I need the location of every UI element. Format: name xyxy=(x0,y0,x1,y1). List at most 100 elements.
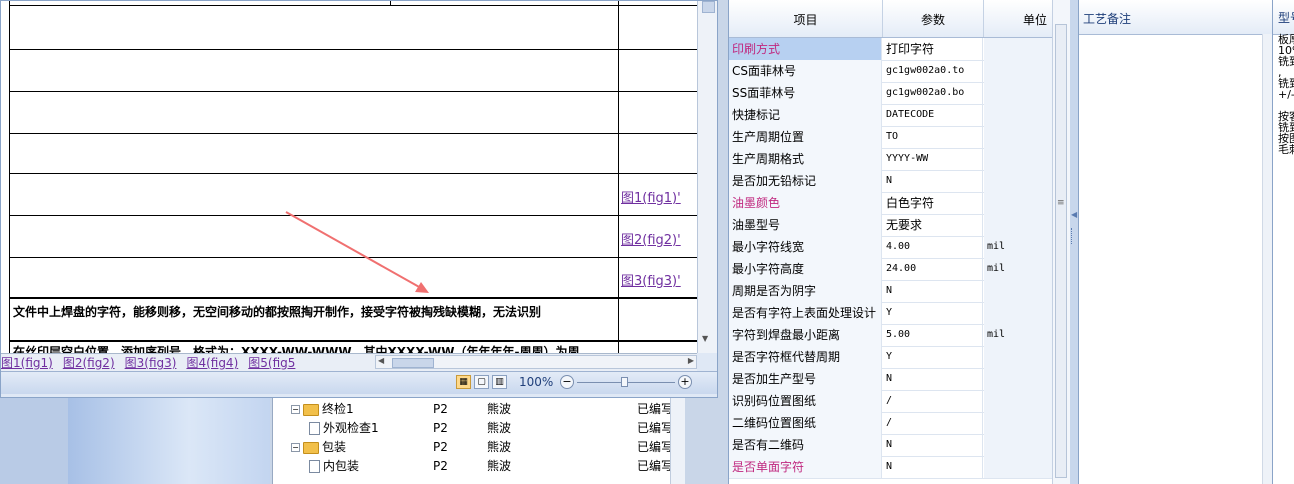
tree-row[interactable]: 内包装 P2 熊波 已编写 xyxy=(273,457,673,476)
grid-unit-value xyxy=(984,60,1053,82)
grid-item-label: CS面菲林号 xyxy=(729,60,882,82)
grid-item-label: SS面菲林号 xyxy=(729,82,882,104)
grid-row[interactable]: 字符到焊盘最小距离 5.00 mil xyxy=(729,324,1053,347)
grid-row[interactable]: 是否字符框代替周期 Y xyxy=(729,346,1053,369)
grid-row[interactable]: 是否有字符上表面处理设计 Y xyxy=(729,302,1053,325)
grid-param-value[interactable]: / xyxy=(883,390,983,412)
grid-row[interactable]: CS面菲林号 gc1gw002a0.to xyxy=(729,60,1053,83)
grid-param-value[interactable]: N xyxy=(883,434,983,456)
memo-header: 工艺备注 xyxy=(1079,0,1273,35)
model-column-header: 型号 xyxy=(1273,0,1294,35)
grid-param-value[interactable]: 无要求 xyxy=(883,214,983,236)
grid-row[interactable]: 油墨型号 无要求 xyxy=(729,214,1053,237)
grid-param-value[interactable]: 24.00 xyxy=(883,258,983,280)
scroll-down-arrow-icon[interactable]: ▼ xyxy=(702,334,708,343)
grid-row[interactable]: 周期是否为阴字 N xyxy=(729,280,1053,303)
grid-item-label: 是否加无铅标记 xyxy=(729,170,882,192)
fig-tab-3[interactable]: 图3(fig3) xyxy=(125,354,177,372)
tree-row[interactable]: − 包装 P2 熊波 已编写 xyxy=(273,438,673,457)
collapse-icon[interactable]: − xyxy=(291,405,300,414)
grid-row[interactable]: 是否加生产型号 N xyxy=(729,368,1053,391)
grid-unit-value xyxy=(984,280,1053,302)
grid-row[interactable]: SS面菲林号 gc1gw002a0.bo xyxy=(729,82,1053,105)
grid-param-value[interactable]: 5.00 xyxy=(883,324,983,346)
grid-item-label: 是否加生产型号 xyxy=(729,368,882,390)
grid-scroll-thumb[interactable] xyxy=(1055,24,1067,478)
zoom-slider-handle[interactable] xyxy=(621,377,628,387)
scroll-left-arrow-icon[interactable]: ◀ xyxy=(378,356,384,365)
collapse-icon[interactable]: − xyxy=(291,443,300,452)
header-unit[interactable]: 单位 xyxy=(984,0,1053,37)
grid-param-value[interactable]: / xyxy=(883,412,983,434)
grid-row[interactable]: 最小字符线宽 4.00 mil xyxy=(729,236,1053,259)
grid-row[interactable]: 是否单面字符 N xyxy=(729,456,1053,479)
grid-row[interactable]: 是否加无铅标记 N xyxy=(729,170,1053,193)
header-item[interactable]: 项目 xyxy=(729,0,883,37)
grid-row[interactable]: 是否有二维码 N xyxy=(729,434,1053,457)
background-gradient-panel xyxy=(68,398,270,484)
zoom-out-icon[interactable]: − xyxy=(560,375,574,389)
grid-unit-value: mil xyxy=(984,236,1053,258)
grid-unit-value: mil xyxy=(984,258,1053,280)
grid-unit-value xyxy=(984,104,1053,126)
grid-row[interactable]: 印刷方式 打印字符 xyxy=(729,38,1053,61)
fig-tab-2[interactable]: 图2(fig2) xyxy=(63,354,115,372)
print-layout-view-icon[interactable]: ▦ xyxy=(456,375,471,389)
grid-param-value[interactable]: N xyxy=(883,368,983,390)
folder-icon xyxy=(303,441,319,454)
grid-unit-value xyxy=(984,434,1053,456)
tree-row[interactable]: 外观检查1 P2 熊波 已编写 xyxy=(273,419,673,438)
full-screen-view-icon[interactable]: ▢ xyxy=(474,375,489,389)
grid-param-value[interactable]: N xyxy=(883,170,983,192)
grid-param-value[interactable]: Y xyxy=(883,302,983,324)
grid-param-value[interactable]: gc1gw002a0.bo xyxy=(883,82,983,104)
scroll-right-arrow-icon[interactable]: ▶ xyxy=(688,356,694,365)
status-bar: ▦ ▢ ▥ 100% − + xyxy=(1,371,717,394)
tree-node-code: P2 xyxy=(433,459,448,473)
memo-header-label: 工艺备注 xyxy=(1083,12,1132,26)
grid-item-label: 是否有字符上表面处理设计 xyxy=(729,302,882,324)
tree-row[interactable]: − 终检1 P2 熊波 已编写 xyxy=(273,400,673,419)
grid-param-value[interactable]: gc1gw002a0.to xyxy=(883,60,983,82)
grid-param-value[interactable]: 白色字符 xyxy=(883,192,983,214)
grid-row[interactable]: 生产周期位置 TO xyxy=(729,126,1053,149)
grid-param-value[interactable]: DATECODE xyxy=(883,104,983,126)
fig-tab-1[interactable]: 图1(fig1) xyxy=(1,354,53,372)
model-note-line: +/- xyxy=(1278,88,1294,101)
fig-tab-4[interactable]: 图4(fig4) xyxy=(186,354,238,372)
scroll-thumb[interactable] xyxy=(702,1,715,13)
tree-node-code: P2 xyxy=(433,402,448,416)
grid-param-value[interactable]: N xyxy=(883,456,983,478)
grid-param-value[interactable]: Y xyxy=(883,346,983,368)
grid-param-value[interactable]: 4.00 xyxy=(883,236,983,258)
hscroll-thumb[interactable] xyxy=(392,358,434,368)
grid-row[interactable]: 识别码位置图纸 / xyxy=(729,390,1053,413)
grid-row[interactable]: 最小字符高度 24.00 mil xyxy=(729,258,1053,281)
grid-item-label: 是否单面字符 xyxy=(729,456,882,478)
grid-row[interactable]: 生产周期格式 YYYY-WW xyxy=(729,148,1053,171)
zoom-in-icon[interactable]: + xyxy=(678,375,692,389)
grid-item-label: 油墨型号 xyxy=(729,214,882,236)
zoom-level[interactable]: 100% xyxy=(519,375,553,389)
grid-param-value[interactable]: 打印字符 xyxy=(883,38,983,60)
collapse-left-icon[interactable]: ◀ xyxy=(1071,210,1077,219)
grid-row[interactable]: 油墨颜色 白色字符 xyxy=(729,192,1053,215)
document-vertical-scrollbar[interactable]: ▼ xyxy=(697,1,717,353)
model-note-line: 毛刺 xyxy=(1278,143,1294,156)
tree-scrollbar[interactable] xyxy=(670,398,685,484)
grid-param-value[interactable]: YYYY-WW xyxy=(883,148,983,170)
document-horizontal-scrollbar[interactable]: ◀ ▶ xyxy=(375,355,697,369)
web-layout-view-icon[interactable]: ▥ xyxy=(492,375,507,389)
process-tree[interactable]: − 终检1 P2 熊波 已编写 外观检查1 P2 熊波 已编写 − 包装 P2 熊波 已编写 内包装 P2 熊波… xyxy=(272,398,685,484)
grid-row[interactable]: 二维码位置图纸 / xyxy=(729,412,1053,435)
grid-item-label: 二维码位置图纸 xyxy=(729,412,882,434)
header-param[interactable]: 参数 xyxy=(883,0,984,37)
grid-param-value[interactable]: N xyxy=(883,280,983,302)
grid-row[interactable]: 快捷标记 DATECODE xyxy=(729,104,1053,127)
document-page[interactable]: 图1(fig1)' 图2(fig2)' 图3(fig3)' 文件中上焊盘的字符，… xyxy=(1,1,697,353)
grid-scrollbar[interactable]: ≡ xyxy=(1052,0,1071,484)
panel-splitter[interactable]: ◀ xyxy=(1070,0,1078,484)
fig-tab-5[interactable]: 图5(fig5 xyxy=(248,354,295,372)
grid-param-value[interactable]: TO xyxy=(883,126,983,148)
tree-node-name: 内包装 xyxy=(323,459,360,473)
